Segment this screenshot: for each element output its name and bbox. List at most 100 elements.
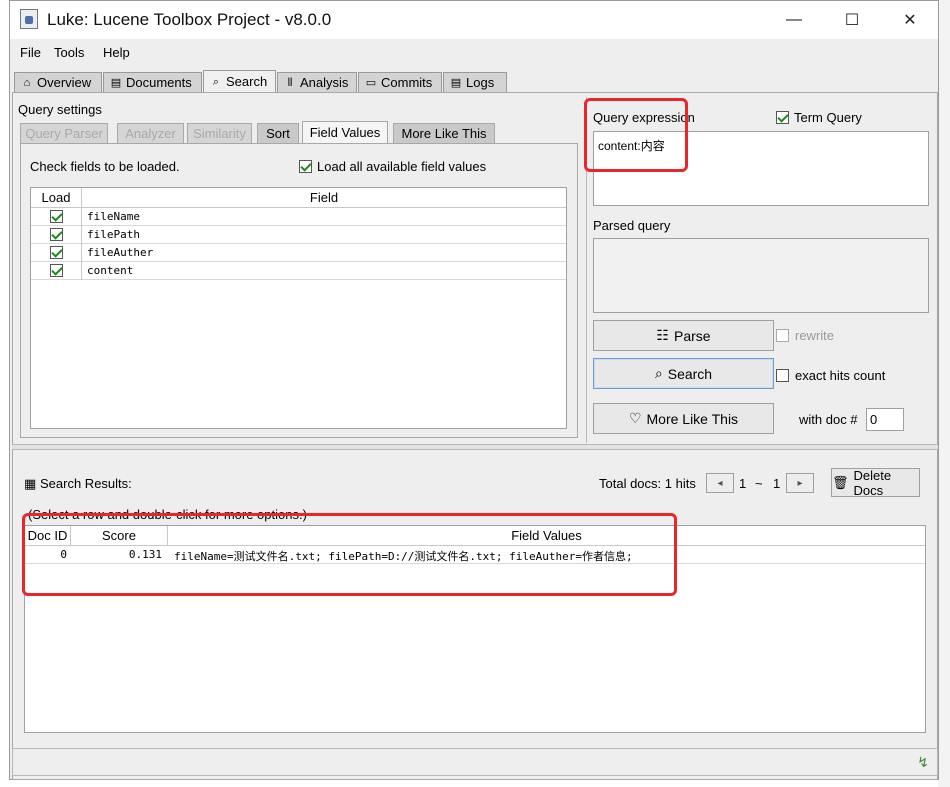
tab-documents-label: Documents <box>126 75 192 90</box>
column-header-field[interactable]: Field <box>82 188 566 208</box>
query-settings-title: Query settings <box>18 102 102 117</box>
total-docs-label: Total docs: 1 hits <box>599 476 696 491</box>
rewrite-label: rewrite <box>795 328 835 343</box>
with-doc-label: with doc # <box>799 412 858 427</box>
parse-button[interactable]: ☷ Parse <box>593 320 774 351</box>
subtab-analyzer[interactable]: Analyzer <box>117 123 184 143</box>
status-bar: ↯ <box>12 748 938 776</box>
logs-icon: ▤ <box>450 76 462 89</box>
column-header-score[interactable]: Score <box>71 526 168 546</box>
with-doc-value: 0 <box>870 412 878 427</box>
analysis-icon: ⫴ <box>287 76 293 89</box>
horizontal-splitter[interactable] <box>12 444 938 450</box>
tab-search-label: Search <box>226 74 268 89</box>
load-all-checkbox[interactable] <box>299 160 312 173</box>
tab-overview[interactable]: ⌂ Overview <box>14 72 102 92</box>
heart-icon: ♡ <box>628 410 642 426</box>
with-doc-input[interactable]: 0 <box>866 408 904 431</box>
subtab-sort[interactable]: Sort <box>257 123 299 143</box>
tab-documents[interactable]: ▤ Documents <box>103 72 202 92</box>
query-expression-label: Query expression <box>593 110 695 125</box>
delete-docs-button[interactable]: 🗑︎ Delete Docs <box>831 467 920 498</box>
menu-file[interactable]: File <box>20 45 41 60</box>
subtab-more-like-this[interactable]: More Like This <box>393 123 495 143</box>
row-score: 0.131 <box>128 548 162 561</box>
tab-overview-label: Overview <box>37 75 92 90</box>
load-all-label: Load all available field values <box>317 159 487 174</box>
row-load-checkbox[interactable] <box>50 264 63 277</box>
subtab-field-values[interactable]: Field Values <box>302 121 388 143</box>
query-expression-input[interactable]: content:内容 <box>593 131 929 206</box>
search-button[interactable]: ⌕ Search <box>593 358 774 389</box>
book-icon: ▤ <box>110 76 122 89</box>
close-icon[interactable]: ✕ <box>881 1 939 39</box>
row-load-checkbox[interactable] <box>50 246 63 259</box>
row-field-name: fileAuther <box>87 246 154 259</box>
menu-bar: File Tools Help <box>10 39 938 67</box>
column-header-field-values[interactable]: Field Values <box>168 526 925 546</box>
page-to: 1 <box>773 476 781 491</box>
more-like-this-label: More Like This <box>646 410 739 427</box>
menu-help[interactable]: Help <box>103 45 130 60</box>
window-title: Luke: Lucene Toolbox Project - v8.0.0 <box>47 10 332 29</box>
table-row[interactable]: content <box>31 262 566 280</box>
menu-tools[interactable]: Tools <box>54 45 84 60</box>
minimize-icon[interactable]: — <box>765 1 823 39</box>
page-separator: ~ <box>755 476 763 491</box>
next-page-button[interactable]: ▸ <box>786 473 814 493</box>
tab-commits-label: Commits <box>381 75 433 90</box>
column-header-doc-id[interactable]: Doc ID <box>25 526 71 546</box>
row-field-name: content <box>87 264 134 277</box>
maximize-icon[interactable]: ☐ <box>823 1 881 39</box>
tab-commits[interactable]: ▭ Commits <box>358 72 442 92</box>
exact-hits-checkbox[interactable] <box>776 369 789 382</box>
table-row[interactable]: fileName <box>31 208 566 226</box>
lucene-status-icon: ↯ <box>917 754 929 770</box>
page-from: 1 <box>739 476 747 491</box>
background-right <box>938 0 950 787</box>
parsed-query-label: Parsed query <box>593 218 671 233</box>
delete-docs-label: Delete Docs <box>853 467 892 498</box>
magnifier-icon: ⌕ <box>654 365 663 381</box>
table-row[interactable]: fileAuther <box>31 244 566 262</box>
parse-button-label: Parse <box>673 327 711 344</box>
tab-search[interactable]: ⌕ Search <box>203 70 276 92</box>
subtab-similarity[interactable]: Similarity <box>187 123 252 143</box>
row-load-checkbox[interactable] <box>50 228 63 241</box>
results-hint: (Select a row and double-click for more … <box>28 507 307 522</box>
rewrite-checkbox[interactable] <box>776 329 789 342</box>
row-load-checkbox[interactable] <box>50 210 63 223</box>
tab-logs[interactable]: ▤ Logs <box>443 72 507 92</box>
results-table: Doc ID Score Field Values 0 0.131 fileNa… <box>24 525 926 733</box>
check-fields-label: Check fields to be loaded. <box>30 159 180 174</box>
row-field-name: fileName <box>87 210 140 223</box>
exact-hits-label: exact hits count <box>795 368 886 383</box>
app-window: Luke: Lucene Toolbox Project - v8.0.0 — … <box>9 0 939 780</box>
row-field-name: filePath <box>87 228 140 241</box>
row-doc-id: 0 <box>60 548 67 561</box>
table-row[interactable]: 0 0.131 fileName=测试文件名.txt; filePath=D:/… <box>25 546 925 564</box>
search-button-label: Search <box>667 365 713 382</box>
fields-table: Load Field fileName filePath fileAuther … <box>30 187 567 429</box>
search-results-title: Search Results: <box>40 476 132 491</box>
term-query-checkbox[interactable] <box>776 111 789 124</box>
parsed-query-output[interactable] <box>593 238 929 313</box>
query-expression-value: content:内容 <box>598 139 665 153</box>
table-row[interactable]: filePath <box>31 226 566 244</box>
row-field-values: fileName=测试文件名.txt; filePath=D://测试文件名.t… <box>174 550 633 563</box>
hierarchy-icon: ☷ <box>656 327 669 343</box>
search-doc-icon: ⌕ <box>212 75 220 88</box>
prev-page-button[interactable]: ◂ <box>706 473 734 493</box>
pane-divider[interactable] <box>586 97 587 443</box>
more-like-this-button[interactable]: ♡ More Like This <box>593 403 774 434</box>
tab-analysis[interactable]: ⫴ Analysis <box>277 72 357 92</box>
commits-icon: ▭ <box>365 76 377 89</box>
subtab-query-parser[interactable]: Query Parser <box>20 123 108 143</box>
title-bar: Luke: Lucene Toolbox Project - v8.0.0 — … <box>10 1 938 39</box>
tab-analysis-label: Analysis <box>300 75 349 90</box>
results-table-icon: ▦ <box>24 476 37 491</box>
tab-logs-label: Logs <box>466 75 495 90</box>
java-app-icon <box>20 9 38 29</box>
column-header-load[interactable]: Load <box>31 188 82 208</box>
home-icon: ⌂ <box>23 76 31 89</box>
